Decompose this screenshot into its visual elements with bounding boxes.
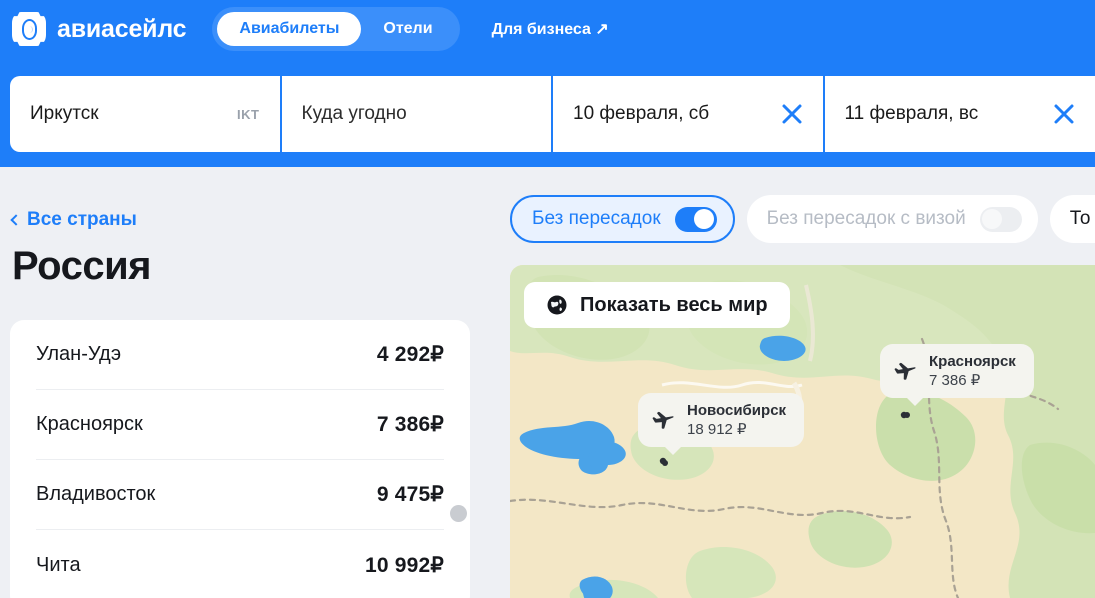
filter-chip-direct-visa[interactable]: Без пересадок с визой: [746, 195, 1038, 243]
breadcrumb-label: Все страны: [27, 209, 137, 230]
return-date-field[interactable]: 11 февраля, вс: [824, 76, 1095, 152]
close-icon[interactable]: [1051, 101, 1077, 127]
tab-hotels[interactable]: Отели: [361, 12, 454, 46]
return-date-value: 11 февраля, вс: [844, 103, 979, 124]
map-dot-krasnoyarsk: [904, 412, 910, 418]
city-price-list: Улан-Удэ 4 292₽ Красноярск 7 386₽ Владив…: [10, 320, 470, 598]
marker-texts: Новосибирск 18 912 ₽: [687, 402, 786, 438]
city-price-list-card: Улан-Удэ 4 292₽ Красноярск 7 386₽ Владив…: [10, 320, 470, 598]
breadcrumb[interactable]: Все страны: [10, 209, 137, 231]
toggle-knob: [982, 209, 1003, 229]
close-icon[interactable]: [779, 101, 805, 127]
marker-city: Новосибирск: [687, 402, 787, 419]
show-world-label: Показать весь мир: [580, 293, 768, 316]
city-name: Красноярск: [36, 413, 143, 435]
filter-chip-truncated[interactable]: То: [1049, 195, 1095, 243]
page-title: Россия: [12, 244, 152, 288]
filter-chip-direct[interactable]: Без пересадок: [510, 195, 735, 243]
origin-field[interactable]: Иркутск IKT: [10, 76, 280, 152]
origin-airport-code: IKT: [237, 106, 260, 122]
city-name: Улан-Удэ: [36, 343, 122, 365]
chevron-left-icon: [10, 213, 22, 226]
site-header: авиасейлс Авиабилеты Отели Для бизнеса ↗…: [0, 0, 1095, 167]
airplane-window-icon: [12, 12, 46, 46]
toggle-direct-visa[interactable]: [979, 206, 1022, 232]
destination-map[interactable]: Показать весь мир Новосибирск 18 912 ₽ К…: [510, 265, 1095, 598]
filter-chip-direct-visa-label: Без пересадок с визой: [766, 208, 966, 229]
marker-price: 18 912 ₽: [687, 421, 747, 438]
nav-tab-group: Авиабилеты Отели: [212, 7, 460, 51]
top-navigation: авиасейлс Авиабилеты Отели Для бизнеса ↗: [0, 0, 1095, 58]
map-dot-novosibirsk: [662, 460, 668, 466]
globe-icon: [546, 294, 568, 316]
city-price: 7 386₽: [376, 413, 444, 436]
filter-chip-truncated-label: То: [1069, 208, 1091, 229]
depart-date-value: 10 февраля, сб: [573, 103, 710, 124]
city-name: Владивосток: [36, 483, 156, 505]
show-world-button[interactable]: Показать весь мир: [524, 282, 790, 328]
city-name: Чита: [36, 553, 81, 576]
map-marker-krasnoyarsk[interactable]: Красноярск 7 386 ₽: [880, 344, 1034, 406]
flight-search-bar: Иркутск IKT Куда угодно 10 февраля, сб 1…: [10, 76, 1095, 152]
brand-name: авиасейлс: [57, 14, 187, 43]
main-content: Все страны Россия Улан-Удэ 4 292₽ Красно…: [0, 167, 1095, 598]
airplane-icon: [652, 408, 676, 432]
city-price: 10 992₽: [365, 553, 444, 577]
toggle-knob: [694, 209, 715, 229]
marker-city: Красноярск: [929, 353, 1016, 370]
table-row[interactable]: Улан-Удэ 4 292₽: [36, 320, 444, 390]
destination-field[interactable]: Куда угодно: [281, 76, 551, 152]
airplane-icon: [894, 359, 918, 383]
origin-value: Иркутск: [30, 103, 99, 124]
table-row[interactable]: Чита 10 992₽: [36, 530, 444, 598]
marker-price: 7 386 ₽: [929, 372, 981, 389]
filter-chip-direct-label: Без пересадок: [532, 208, 661, 229]
logo-inner-oval: [21, 18, 37, 40]
map-marker-novosibirsk[interactable]: Новосибирск 18 912 ₽: [638, 393, 805, 455]
toggle-direct[interactable]: [674, 206, 717, 232]
city-price: 4 292₽: [376, 343, 444, 366]
table-row[interactable]: Владивосток 9 475₽: [36, 460, 444, 530]
scrollbar-thumb[interactable]: [450, 505, 467, 522]
business-link[interactable]: Для бизнеса ↗: [492, 19, 609, 39]
city-price: 9 475₽: [376, 483, 444, 506]
filter-chip-row: Без пересадок Без пересадок с визой То: [510, 195, 1095, 243]
table-row[interactable]: Красноярск 7 386₽: [36, 390, 444, 460]
brand-logo[interactable]: авиасейлс: [12, 12, 187, 46]
tab-flights[interactable]: Авиабилеты: [217, 12, 362, 46]
destination-value: Куда угодно: [301, 103, 407, 124]
marker-texts: Красноярск 7 386 ₽: [929, 353, 1016, 389]
aviasales-flight-map-page: авиасейлс Авиабилеты Отели Для бизнеса ↗…: [0, 0, 1095, 598]
depart-date-field[interactable]: 10 февраля, сб: [553, 76, 823, 152]
